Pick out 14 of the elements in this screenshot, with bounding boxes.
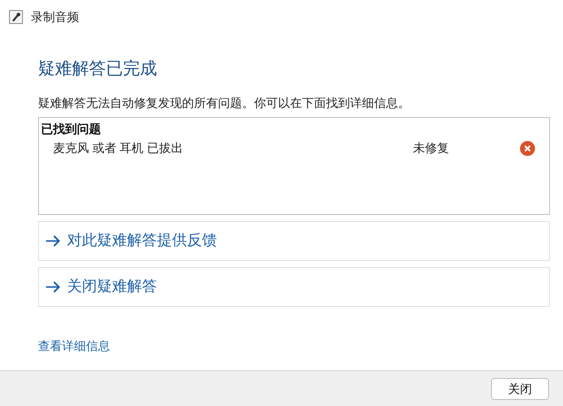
description-text: 疑难解答无法自动修复发现的所有问题。你可以在下面找到详细信息。 [38,95,411,111]
command-link[interactable]: 对此疑难解答提供反馈 [38,221,550,261]
heading: 疑难解答已完成 [38,58,158,80]
window-title: 录制音频 [31,9,79,26]
section-title: 已找到问题 [41,121,102,137]
arrow-icon [45,235,61,247]
arrow-icon [45,281,61,293]
problem-name: 麦克风 或者 耳机 已拔出 [53,140,184,157]
microphone-icon [9,10,23,24]
error-icon [520,140,535,156]
details-link[interactable]: 查看详细信息 [38,339,110,353]
close-button[interactable]: 关闭 [491,378,549,400]
command-link[interactable]: 关闭疑难解答 [38,267,550,307]
problem-status: 未修复 [413,140,450,157]
